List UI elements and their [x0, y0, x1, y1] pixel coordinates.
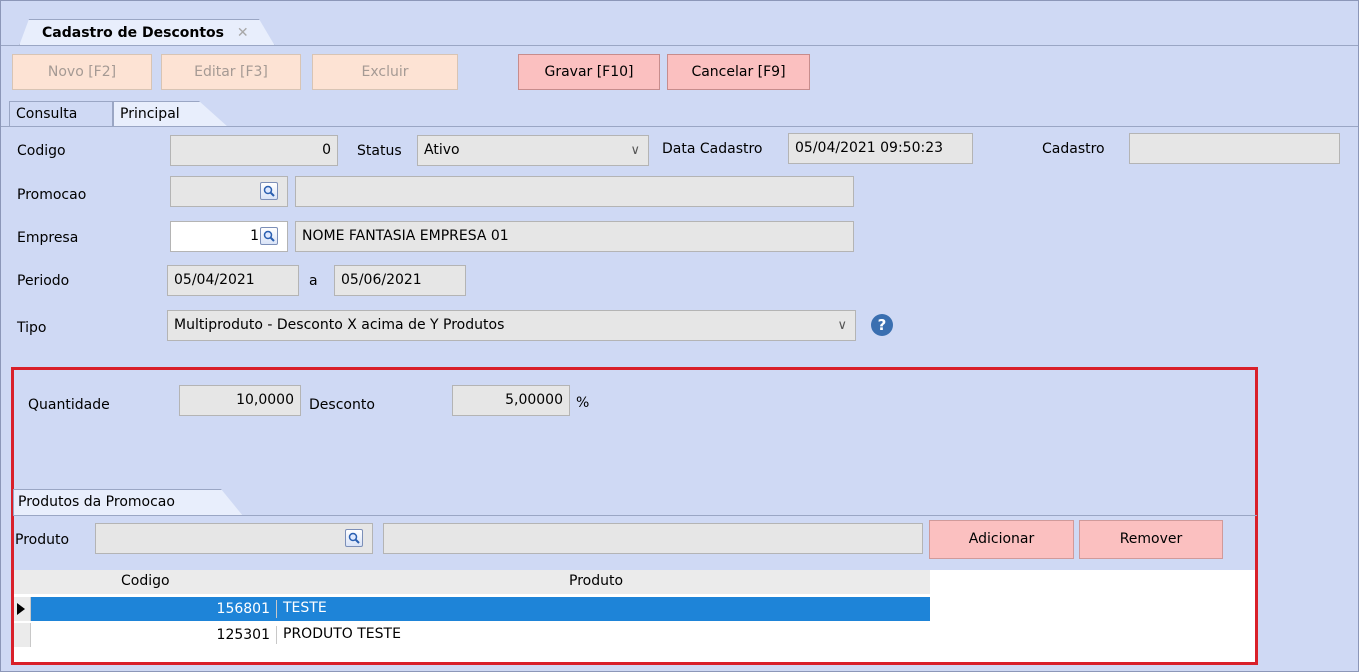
quantidade-field[interactable]: 10,0000 — [179, 385, 301, 416]
row-codigo: 156801 — [32, 600, 277, 618]
adicionar-button[interactable]: Adicionar — [929, 520, 1074, 559]
produto-search-icon[interactable] — [345, 529, 363, 547]
novo-button[interactable]: Novo [F2] — [12, 54, 152, 90]
row-indicator — [14, 623, 31, 647]
produtos-grid[interactable]: Codigo Produto 156801 TESTE 125301 PRODU… — [14, 570, 1255, 662]
row-produto: TESTE — [283, 600, 327, 616]
periodo-end-field[interactable]: 05/06/2021 — [334, 265, 466, 296]
cancelar-button[interactable]: Cancelar [F9] — [667, 54, 810, 90]
help-icon[interactable]: ? — [871, 314, 893, 336]
data-cadastro-label: Data Cadastro — [662, 141, 763, 157]
row-indicator — [14, 597, 31, 621]
tipo-select[interactable]: Multiproduto - Desconto X acima de Y Pro… — [167, 310, 856, 341]
row-produto: PRODUTO TESTE — [283, 626, 401, 642]
remover-button[interactable]: Remover — [1079, 520, 1223, 559]
gravar-button[interactable]: Gravar [F10] — [518, 54, 660, 90]
tab-consulta[interactable]: Consulta — [9, 101, 113, 127]
codigo-field[interactable]: 0 — [170, 135, 338, 166]
produto-code-field[interactable] — [95, 523, 373, 554]
subtab-divider — [13, 515, 1257, 516]
status-label: Status — [357, 143, 402, 159]
tipo-value: Multiproduto - Desconto X acima de Y Pro… — [174, 317, 505, 333]
empresa-label: Empresa — [17, 230, 79, 246]
produto-label: Produto — [15, 532, 70, 548]
empresa-search-icon[interactable] — [260, 227, 278, 245]
doc-tab-cadastro-descontos[interactable]: Cadastro de Descontos ✕ — [19, 19, 275, 46]
promocao-label: Promocao — [17, 187, 87, 203]
cadastro-field[interactable] — [1129, 133, 1340, 164]
empresa-name-field[interactable]: NOME FANTASIA EMPRESA 01 — [295, 221, 854, 252]
column-header-produto[interactable]: Produto — [569, 573, 623, 589]
excluir-button[interactable]: Excluir — [312, 54, 458, 90]
promocao-name-field[interactable] — [295, 176, 854, 207]
column-header-codigo[interactable]: Codigo — [121, 573, 170, 589]
periodo-separator: a — [309, 273, 318, 289]
status-select[interactable]: Ativo ∨ — [417, 135, 649, 166]
editar-button[interactable]: Editar [F3] — [161, 54, 301, 90]
chevron-down-icon: ∨ — [630, 143, 640, 158]
close-icon[interactable]: ✕ — [237, 25, 249, 41]
cadastro-label: Cadastro — [1042, 141, 1105, 157]
tab-divider — [1, 45, 1358, 46]
desconto-field[interactable]: 5,00000 — [452, 385, 570, 416]
doc-tab-label: Cadastro de Descontos — [42, 25, 224, 41]
promocao-search-icon[interactable] — [260, 182, 278, 200]
periodo-start-field[interactable]: 05/04/2021 — [167, 265, 299, 296]
grid-header: Codigo Produto — [14, 570, 930, 594]
table-row[interactable]: 156801 TESTE — [14, 597, 930, 621]
table-row[interactable]: 125301 PRODUTO TESTE — [14, 623, 930, 647]
percent-label: % — [576, 395, 590, 411]
row-codigo: 125301 — [32, 626, 277, 644]
periodo-label: Periodo — [17, 273, 70, 289]
current-row-arrow-icon — [17, 603, 25, 615]
desconto-label: Desconto — [309, 397, 375, 413]
data-cadastro-field[interactable]: 05/04/2021 09:50:23 — [788, 133, 973, 164]
codigo-label: Codigo — [17, 143, 66, 159]
produto-name-field[interactable] — [383, 523, 923, 554]
tab-principal[interactable]: Principal — [113, 101, 228, 127]
tab-produtos-da-promocao[interactable]: Produtos da Promocao — [13, 489, 243, 516]
tipo-label: Tipo — [17, 320, 47, 336]
page-tab-divider — [1, 126, 1358, 127]
window: Cadastro de Descontos ✕ Novo [F2] Editar… — [0, 0, 1359, 672]
chevron-down-icon: ∨ — [837, 318, 847, 333]
quantidade-label: Quantidade — [28, 397, 110, 413]
status-value: Ativo — [424, 142, 460, 158]
